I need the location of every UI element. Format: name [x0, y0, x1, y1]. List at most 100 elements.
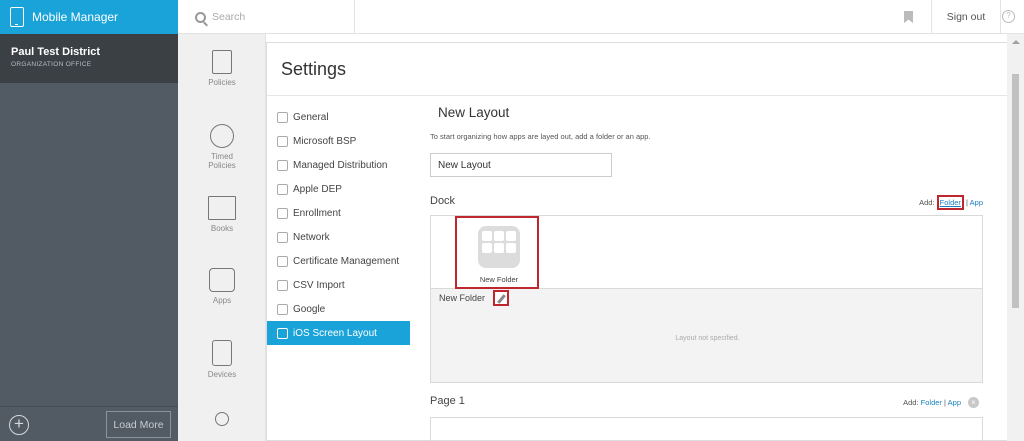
main-nav: Policies Timed Policies Books Apps Devic… [178, 34, 266, 441]
menu-item-label: Network [293, 231, 330, 243]
pencil-icon [497, 294, 506, 304]
menu-item-icon [277, 159, 288, 171]
bookmark-icon[interactable] [904, 11, 913, 23]
page-label: Page 1 [430, 395, 465, 407]
menu-item-icon [277, 279, 288, 291]
settings-menu-item[interactable]: Google [267, 297, 410, 321]
add-label: Add: [903, 398, 919, 407]
page-add-app-link[interactable]: App [948, 398, 961, 407]
search-placeholder: Search [212, 11, 246, 23]
page-title: Settings [281, 59, 347, 79]
settings-menu: General Microsoft BSP Managed Distribution… [267, 105, 410, 345]
remove-page-icon[interactable]: × [968, 397, 979, 408]
add-icon[interactable]: + [9, 415, 29, 435]
menu-item-label: Apple DEP [293, 183, 342, 195]
tablet-icon [212, 340, 232, 366]
page-add-folder-link[interactable]: Folder [921, 398, 942, 407]
nav-label: Policies [208, 78, 236, 87]
user-icon [215, 412, 229, 426]
settings-menu-item[interactable]: Certificate Management [267, 249, 410, 273]
selected-folder-label: New Folder [439, 293, 486, 303]
book-icon [208, 196, 236, 220]
help-icon[interactable]: ? [1002, 10, 1015, 23]
apps-icon [209, 268, 235, 292]
divider [267, 95, 1015, 96]
folder-contents: New Folder Layout not specified. [430, 289, 983, 383]
menu-item-icon [277, 135, 288, 147]
add-folder-link[interactable]: Folder [936, 195, 964, 210]
menu-item-label: Enrollment [293, 207, 341, 219]
nav-label: Apps [212, 296, 232, 305]
menu-item-label: CSV Import [293, 279, 345, 291]
scrollbar-thumb[interactable] [1012, 74, 1019, 308]
menu-item-label: Certificate Management [293, 255, 400, 267]
nav-label: Timed Policies [208, 152, 236, 170]
menu-item-label: Microsoft BSP [293, 135, 357, 147]
menu-item-icon [277, 111, 288, 123]
page-area [430, 417, 983, 441]
nav-item-users[interactable] [178, 412, 266, 430]
nav-label: Devices [207, 370, 237, 379]
dock-add-links: Add: Folder | App [919, 195, 983, 210]
nav-item-timed-policies[interactable]: Timed Policies [178, 124, 266, 170]
folder-icon [478, 226, 520, 268]
left-panel-footer: + Load More [0, 406, 178, 441]
settings-menu-item[interactable]: CSV Import [267, 273, 410, 297]
menu-item-icon [277, 207, 288, 219]
scrollbar[interactable] [1007, 34, 1024, 441]
layout-title: New Layout [438, 105, 510, 120]
settings-menu-item[interactable]: Apple DEP [267, 177, 410, 201]
load-more-button[interactable]: Load More [106, 411, 171, 438]
settings-menu-item[interactable]: Managed Distribution [267, 153, 410, 177]
timer-icon [210, 124, 234, 148]
menu-item-label: General [293, 111, 329, 123]
search-icon [195, 11, 206, 23]
menu-item-icon [277, 183, 288, 195]
dock-label: Dock [430, 195, 456, 207]
add-app-link[interactable]: App [970, 198, 983, 207]
organization-name: Paul Test District [11, 46, 101, 58]
menu-item-icon [277, 231, 288, 243]
separator: | [966, 198, 968, 207]
settings-menu-item[interactable]: Network [267, 225, 410, 249]
menu-item-label: Managed Distribution [293, 159, 388, 171]
layout-hint: To start organizing how apps are layed o… [430, 132, 651, 141]
edit-folder-button[interactable] [493, 290, 509, 306]
nav-item-devices[interactable]: Devices [178, 340, 266, 379]
menu-item-label: iOS Screen Layout [293, 327, 377, 339]
sign-out-link[interactable]: Sign out [931, 0, 1001, 34]
page-add-links: Add: Folder | App [903, 398, 961, 407]
add-label: Add: [919, 198, 935, 207]
settings-menu-item[interactable]: Enrollment [267, 201, 410, 225]
nav-item-policies[interactable]: Policies [178, 50, 266, 87]
app-brand[interactable]: Mobile Manager [0, 0, 178, 34]
settings-menu-item[interactable]: General [267, 105, 410, 129]
left-panel [0, 83, 178, 441]
menu-item-label: Google [293, 303, 326, 315]
menu-item-icon [277, 327, 288, 339]
nav-label: Books [210, 224, 234, 233]
dock-area: New Folder [430, 215, 983, 289]
separator: | [944, 398, 946, 407]
app-root: Mobile Manager Paul Test District ORGANI… [0, 0, 1024, 441]
search-input[interactable]: Search [178, 0, 355, 34]
menu-item-icon [277, 255, 288, 267]
page-header: Page 1 Add: Folder | App × [430, 395, 985, 411]
scroll-up-icon[interactable] [1012, 40, 1020, 44]
organization-header[interactable]: Paul Test District ORGANIZATION OFFICE [0, 34, 178, 83]
nav-item-books[interactable]: Books [178, 196, 266, 233]
folder-name: New Folder [479, 275, 519, 284]
organization-subtitle: ORGANIZATION OFFICE [11, 61, 92, 68]
empty-state: Layout not specified. [675, 335, 740, 342]
settings-menu-item[interactable]: Microsoft BSP [267, 129, 410, 153]
top-bar: Search Sign out ? [178, 0, 1024, 34]
settings-card: Settings General Microsoft BSP Managed Dis… [266, 42, 1016, 441]
settings-menu-item[interactable]: iOS Screen Layout [267, 321, 410, 345]
app-title: Mobile Manager [32, 10, 119, 24]
dock-header: Dock Add: Folder | App [430, 195, 985, 211]
layout-name-input[interactable] [430, 153, 612, 177]
notebook-icon [212, 50, 232, 74]
phone-icon [10, 7, 24, 27]
dock-folder[interactable]: New Folder [455, 216, 539, 289]
nav-item-apps[interactable]: Apps [178, 268, 266, 305]
